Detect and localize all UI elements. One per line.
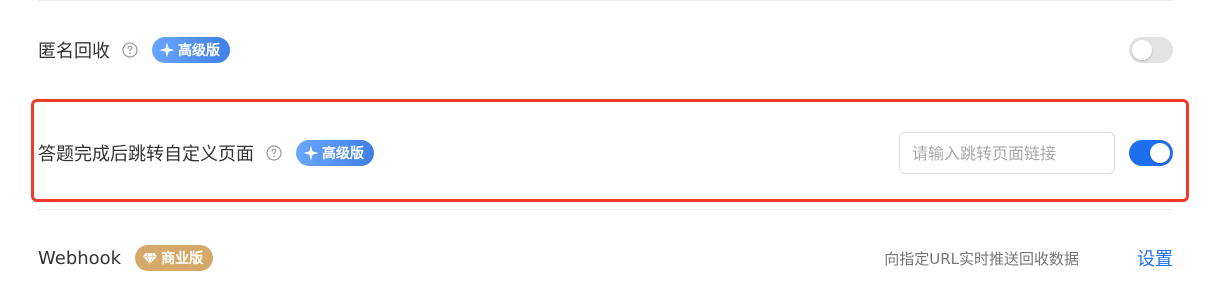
toggle-knob bbox=[1150, 143, 1170, 163]
setting-row-webhook: Webhook 商业版 向指定URL实时推送回收数据 设置 bbox=[38, 240, 1173, 276]
anonymous-label: 匿名回收 bbox=[38, 41, 110, 62]
question-circle-icon[interactable] bbox=[122, 42, 138, 58]
redirect-url-input[interactable] bbox=[899, 132, 1115, 174]
pro-badge-label: 高级版 bbox=[322, 146, 364, 162]
business-badge-label: 商业版 bbox=[161, 251, 204, 267]
question-circle-icon[interactable] bbox=[266, 145, 282, 161]
pro-badge-label: 高级版 bbox=[178, 43, 220, 59]
webhook-label: Webhook bbox=[38, 247, 122, 269]
redirect-toggle[interactable] bbox=[1129, 140, 1173, 166]
business-badge: 商业版 bbox=[135, 245, 214, 271]
redirect-label: 答题完成后跳转自定义页面 bbox=[38, 144, 254, 165]
setting-row-redirect: 答题完成后跳转自定义页面 高级版 bbox=[38, 131, 1173, 175]
pro-badge: 高级版 bbox=[296, 140, 374, 166]
top-divider bbox=[38, 0, 1173, 1]
row-divider bbox=[38, 209, 1173, 210]
setting-row-anonymous: 匿名回收 高级版 bbox=[38, 32, 1173, 68]
pro-badge: 高级版 bbox=[152, 37, 230, 63]
anonymous-toggle[interactable] bbox=[1129, 37, 1173, 63]
toggle-knob bbox=[1132, 40, 1152, 60]
sparkle-icon bbox=[158, 41, 176, 59]
sparkle-icon bbox=[302, 144, 320, 162]
webhook-description: 向指定URL实时推送回收数据 bbox=[884, 249, 1079, 268]
diamond-icon bbox=[141, 249, 159, 267]
webhook-settings-link[interactable]: 设置 bbox=[1137, 245, 1173, 271]
